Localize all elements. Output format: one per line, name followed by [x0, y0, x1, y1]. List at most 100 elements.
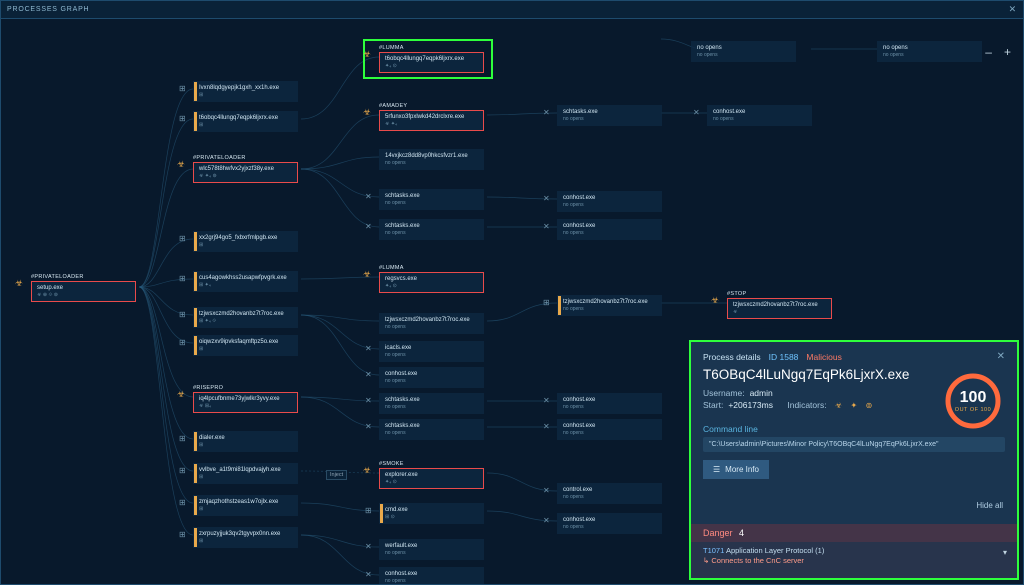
window-icon: ⊞	[179, 338, 186, 347]
col5-node[interactable]: conhost.exeno opens✕	[707, 105, 812, 126]
col2-node[interactable]: cus4agowkhss2usapwfpvgrk.exe⊞ ✦₄⊞	[193, 271, 298, 292]
zoom-out-button[interactable]: –	[985, 45, 992, 59]
col5-node[interactable]: no opensno opens	[877, 41, 982, 62]
col3-node[interactable]: schtasks.exeno opens✕	[379, 219, 484, 240]
biohazard-icon: ☣	[363, 465, 371, 476]
process-filename: setup.exe	[37, 285, 130, 291]
col3-node[interactable]: werfault.exeno opens✕	[379, 539, 484, 560]
process-filename: schtasks.exe	[385, 423, 478, 429]
col2-node[interactable]: oiqwzxv9ipvksfaqmftpz5o.exe⊞⊞	[193, 335, 298, 356]
tool-icon: ✕	[543, 422, 550, 431]
score-sub: OUT OF 100	[955, 407, 991, 413]
col3-node[interactable]: #LUMMAregsvcs.exe✦₄ ⊙☣	[379, 265, 484, 293]
malware-tag: #LUMMA	[379, 45, 484, 51]
col2-node[interactable]: #RISEPROiq4lpcufbnme73yjwlkr3yvy.exe☣ ⊞₄…	[193, 385, 298, 413]
biohazard-icon: ☣	[835, 401, 842, 410]
details-close-icon[interactable]: ✕	[997, 351, 1005, 362]
col4-node[interactable]: conhost.exeno opens✕	[557, 219, 662, 240]
tool-icon: ✕	[543, 108, 550, 117]
col3-node[interactable]: tzjwsxczmd2hovanbz7t7roc.exeno opens	[379, 313, 484, 334]
root-node[interactable]: #PRIVATELOADERsetup.exe☣ ⊕ ⟐ ⊚☣	[31, 274, 136, 302]
col3-node[interactable]: schtasks.exeno opens✕	[379, 419, 484, 440]
process-meta: no opens	[563, 230, 656, 236]
danger-detail[interactable]: T1071 Application Layer Protocol (1) ▾ ↳…	[691, 542, 1017, 578]
col2-node[interactable]: #PRIVATELOADERwlc578t8hwfvx2yjxzf38y.exe…	[193, 155, 298, 183]
process-filename: schtasks.exe	[385, 223, 478, 229]
process-filename: cmd.exe	[385, 507, 478, 513]
col2-node[interactable]: xx2grj94go5_fxbxrfmlpgb.exe⊞⊞	[193, 231, 298, 252]
col3-node[interactable]: cmd.exe⊞ ⊙⊞	[379, 503, 484, 524]
process-meta: ⊞	[199, 346, 292, 352]
zoom-in-button[interactable]: +	[1004, 45, 1011, 59]
process-meta: no opens	[385, 200, 478, 206]
col4-node[interactable]: schtasks.exeno opens✕	[557, 105, 662, 126]
process-meta: no opens	[385, 230, 478, 236]
malware-tag: #LUMMA	[379, 265, 484, 271]
col5-node[interactable]: #STOPtzjwsxczmd2hovanbz7t7roc.exe☣☣	[727, 291, 832, 319]
col3-node[interactable]: conhost.exeno opens✕	[379, 367, 484, 388]
process-meta: no opens	[385, 430, 478, 436]
col2-node[interactable]: zmjaqzhothstzeas1w7ojlx.exe⊞⊞	[193, 495, 298, 516]
col2-node[interactable]: Ivxn8lqdgyepjk1gxh_xx1h.exe⊞⊞	[193, 81, 298, 102]
tool-icon: ✕	[543, 194, 550, 203]
process-meta: no opens	[563, 202, 656, 208]
process-filename: conhost.exe	[563, 397, 656, 403]
col4-node[interactable]: tzjwsxczmd2hovanbz7t7roc.exeno opens⊞	[557, 295, 662, 316]
danger-header[interactable]: Danger 4	[691, 524, 1017, 542]
tool-icon: ✕	[365, 396, 372, 405]
commandline-value[interactable]: "C:\Users\admin\Pictures\Minor Policy\T6…	[703, 437, 1005, 452]
tool-icon: ✕	[365, 222, 372, 231]
details-title: Process details	[703, 352, 761, 362]
score-value: 100	[960, 389, 987, 407]
process-filename: oiqwzxv9ipvksfaqmftpz5o.exe	[199, 339, 292, 345]
biohazard-icon: ☣	[363, 49, 371, 60]
col3-node[interactable]: 14vxjkcz8dd8vp0hkcsfvzr1.exeno opens	[379, 149, 484, 170]
process-filename: explorer.exe	[385, 472, 478, 478]
col3-node[interactable]: #LUMMAt6obqc4llungq7eqpk6ljxrx.exe✦₄ ⊙☣	[379, 45, 484, 73]
window-icon: ⊞	[179, 530, 186, 539]
col2-node[interactable]: t6obqc4llungq7eqpk6ljxrx.exe⊞⊞	[193, 111, 298, 132]
verdict-badge: Malicious	[806, 352, 841, 362]
process-meta: ⊞	[199, 506, 292, 512]
biohazard-icon: ☣	[15, 278, 23, 289]
col4-node[interactable]: control.exeno opens✕	[557, 483, 662, 504]
col3-node[interactable]: #SMOKEexplorer.exe✦₄ ⊙☣	[379, 461, 484, 489]
window-icon: ⊞	[179, 498, 186, 507]
tool-icon: ✕	[365, 422, 372, 431]
process-filename: schtasks.exe	[385, 397, 478, 403]
col2-node[interactable]: dialer.exe⊞⊞	[193, 431, 298, 452]
col3-node[interactable]: conhost.exeno opens✕	[379, 567, 484, 584]
col2-node[interactable]: tzjwsxczmd2hovanbz7t7roc.exe⊞ ✦₄ ⟐⊞	[193, 307, 298, 328]
biohazard-icon: ☣	[177, 389, 185, 400]
col3-node[interactable]: schtasks.exeno opens✕	[379, 189, 484, 210]
process-meta: ⊞ ✦₄	[199, 282, 292, 288]
process-meta: ☣ ⊞₄	[199, 403, 292, 409]
close-icon[interactable]: ✕	[1009, 4, 1017, 15]
more-info-button[interactable]: ☰ More Info	[703, 460, 769, 479]
col4-node[interactable]: conhost.exeno opens✕	[557, 393, 662, 414]
process-meta: ⊞ ⊙	[385, 514, 478, 520]
graph-canvas[interactable]: – +	[1, 19, 1023, 584]
col4-node[interactable]: conhost.exeno opens✕	[557, 419, 662, 440]
col2-node[interactable]: vvlbve_a1t9mi81lqpdvajyh.exe⊞⊞	[193, 463, 298, 484]
col2-node[interactable]: zxrpuzyjjuk3qv2tgyvpx0nn.exe⊞⊞	[193, 527, 298, 548]
process-meta: ☣ ⊕ ⟐ ⊚	[37, 292, 130, 298]
process-details-panel: Process details ID 1588 Malicious ✕ T6OB…	[689, 340, 1019, 580]
col3-node[interactable]: #AMADEY5rfunxo3fpxlwkd42drclxre.exe☣ ✦₄☣	[379, 103, 484, 131]
col3-node[interactable]: schtasks.exeno opens✕	[379, 393, 484, 414]
chevron-down-icon[interactable]: ▾	[1003, 548, 1007, 557]
process-meta: ✦₄ ⊙	[385, 63, 478, 69]
window-icon: ⊞	[179, 84, 186, 93]
tool-icon: ✕	[543, 516, 550, 525]
process-meta: ⊞	[199, 474, 292, 480]
col3-node[interactable]: icacls.exeno opens✕	[379, 341, 484, 362]
process-filename: schtasks.exe	[385, 193, 478, 199]
process-filename: control.exe	[563, 487, 656, 493]
col4-node[interactable]: conhost.exeno opens✕	[557, 513, 662, 534]
process-filename: cus4agowkhss2usapwfpvgrk.exe	[199, 275, 292, 281]
tactic-link[interactable]: T1071	[703, 546, 724, 555]
hide-all-link[interactable]: Hide all	[976, 501, 1003, 510]
col5-node[interactable]: no opensno opens	[691, 41, 796, 62]
process-meta: ☣	[733, 309, 826, 315]
col4-node[interactable]: conhost.exeno opens✕	[557, 191, 662, 212]
